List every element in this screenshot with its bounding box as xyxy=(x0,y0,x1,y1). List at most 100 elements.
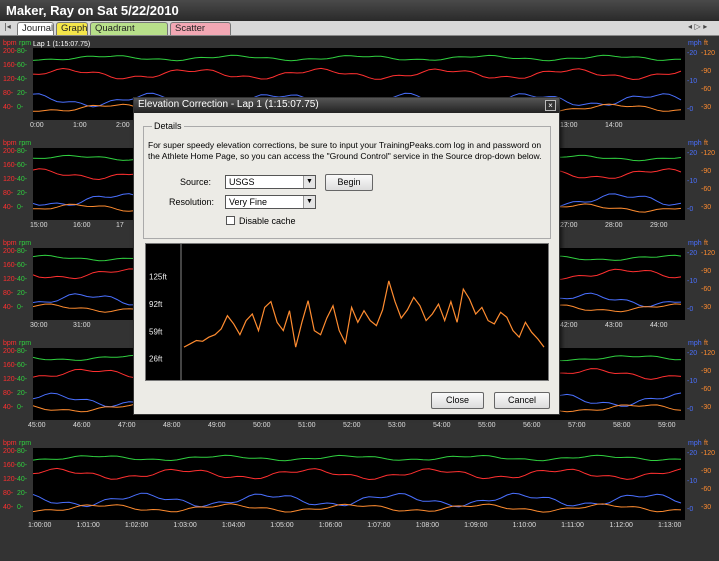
right-tick-mph: -0 xyxy=(687,306,694,313)
left-tick: 40- xyxy=(17,176,28,183)
x-tick-label: 42:00 xyxy=(560,322,578,329)
x-tick-label: 1:13:00 xyxy=(658,522,682,529)
x-tick-label: 1:09:00 xyxy=(464,522,488,529)
graph-plot[interactable] xyxy=(32,448,685,520)
elevation-tick-label: 26ft xyxy=(149,355,163,364)
right-tick-ft: -90 xyxy=(701,468,712,475)
left-tick: 160- xyxy=(3,162,18,169)
series-line xyxy=(32,492,682,508)
right-tick-ft: -90 xyxy=(701,268,712,275)
right-tick-ft: -60 xyxy=(701,286,712,293)
left-tick: 60- xyxy=(17,162,28,169)
tab-scatter-graph[interactable]: Scatter Graph xyxy=(170,22,231,46)
resolution-label: Resolution: xyxy=(169,197,215,207)
left-tick: 120- xyxy=(3,176,18,183)
close-icon[interactable]: × xyxy=(545,100,556,111)
left-tick: 0- xyxy=(17,304,24,311)
source-label: Source: xyxy=(180,177,212,187)
x-tick-label: 27:00 xyxy=(560,222,578,229)
left-tick: 160- xyxy=(3,362,18,369)
x-tick-label: 55:00 xyxy=(478,422,496,429)
left-tick: 200- xyxy=(3,148,18,155)
elevation-tick-label: 125ft xyxy=(149,273,168,282)
elevation-series-line xyxy=(183,280,545,348)
left-tick: 60- xyxy=(17,362,28,369)
left-tick: 120- xyxy=(3,276,18,283)
left-tick: 20- xyxy=(17,190,28,197)
right-tick-mph: -10 xyxy=(687,278,698,285)
x-tick-label: 47:00 xyxy=(118,422,136,429)
cancel-button[interactable]: Cancel xyxy=(494,392,550,409)
details-legend: Details xyxy=(152,121,184,131)
left-tick: 40- xyxy=(3,204,14,211)
left-tick: 0- xyxy=(17,104,24,111)
tab-journal[interactable]: Journal xyxy=(17,22,54,35)
x-tick-label: 58:00 xyxy=(613,422,631,429)
left-tick: 40- xyxy=(3,304,14,311)
right-tick-ft: -60 xyxy=(701,86,712,93)
left-tick: 200- xyxy=(3,248,18,255)
graph-band: bpm rpm mph ft 200- 80- 160- 60- 120- 40- 80- 20- 40… xyxy=(0,436,719,534)
chevron-down-icon[interactable]: ▼ xyxy=(303,176,315,188)
right-tick-ft: -120 xyxy=(701,450,716,457)
right-tick-ft: -120 xyxy=(701,150,716,157)
series-line xyxy=(32,67,682,81)
left-tick: 200- xyxy=(3,448,18,455)
tab-graph[interactable]: Graph xyxy=(56,22,88,35)
left-tick: 60- xyxy=(17,262,28,269)
x-tick-label: 1:10:00 xyxy=(512,522,536,529)
left-tick: 120- xyxy=(3,376,18,383)
tab-bar: |◂ Journal Graph Quadrant Analysis Scatt… xyxy=(0,21,719,46)
rpm-axis-label: rpm xyxy=(19,140,32,147)
resolution-value: Very Fine xyxy=(229,197,268,207)
resolution-select[interactable]: Very Fine ▼ xyxy=(225,195,316,209)
left-tick: 80- xyxy=(3,290,14,297)
right-tick-mph: -0 xyxy=(687,506,694,513)
x-tick-label: 43:00 xyxy=(605,322,623,329)
x-tick-label: 1:07:00 xyxy=(367,522,391,529)
left-tick: 20- xyxy=(17,390,28,397)
info-text: For super speedy elevation corrections, … xyxy=(148,140,542,161)
chevron-down-icon[interactable]: ▼ xyxy=(303,196,315,208)
right-tick-ft: -120 xyxy=(701,250,716,257)
series-line xyxy=(32,454,682,462)
x-tick-label: 50:00 xyxy=(253,422,271,429)
nav-arrows-icon[interactable]: ◂ ▷ ▸ xyxy=(688,22,707,31)
x-tick-label: 45:00 xyxy=(28,422,46,429)
right-tick-mph: -10 xyxy=(687,78,698,85)
elevation-chart: 125ft 92ft 59ft 26ft xyxy=(145,243,549,381)
x-tick-label: 52:00 xyxy=(343,422,361,429)
left-tick: 80- xyxy=(3,390,14,397)
x-tick-label: 1:00:00 xyxy=(28,522,52,529)
left-tick: 80- xyxy=(17,148,28,155)
x-tick-label: 30:00 xyxy=(30,322,48,329)
left-tick: 80- xyxy=(3,90,14,97)
disable-cache-checkbox[interactable] xyxy=(226,216,235,225)
series-line xyxy=(32,54,681,62)
left-tick: 160- xyxy=(3,62,18,69)
right-tick-ft: -30 xyxy=(701,304,712,311)
mph-axis-label: mph xyxy=(688,340,702,347)
right-tick-mph: -20 xyxy=(687,50,698,57)
right-tick-mph: -20 xyxy=(687,250,698,257)
right-tick-mph: -0 xyxy=(687,406,694,413)
x-tick-label: 56:00 xyxy=(523,422,541,429)
x-tick-label: 16:00 xyxy=(73,222,91,229)
left-tick: 0- xyxy=(17,404,24,411)
lap-label: Lap 1 (1:15:07.75) xyxy=(33,41,91,48)
left-tick: 40- xyxy=(17,476,28,483)
close-button[interactable]: Close xyxy=(431,392,484,409)
source-value: USGS xyxy=(229,177,255,187)
disable-cache-label: Disable cache xyxy=(239,216,296,226)
elevation-tick-label: 59ft xyxy=(149,327,163,336)
source-select[interactable]: USGS ▼ xyxy=(225,175,316,189)
bpm-axis-label: bpm xyxy=(3,440,17,447)
begin-button[interactable]: Begin xyxy=(325,174,373,191)
bpm-axis-label: bpm xyxy=(3,40,17,47)
left-tick: 40- xyxy=(17,76,28,83)
x-tick-label: 1:02:00 xyxy=(124,522,149,529)
left-tick: 120- xyxy=(3,476,18,483)
nav-first-icon[interactable]: |◂ xyxy=(4,22,11,31)
tab-quadrant-analysis[interactable]: Quadrant Analysis xyxy=(90,22,168,46)
right-tick-mph: -20 xyxy=(687,350,698,357)
